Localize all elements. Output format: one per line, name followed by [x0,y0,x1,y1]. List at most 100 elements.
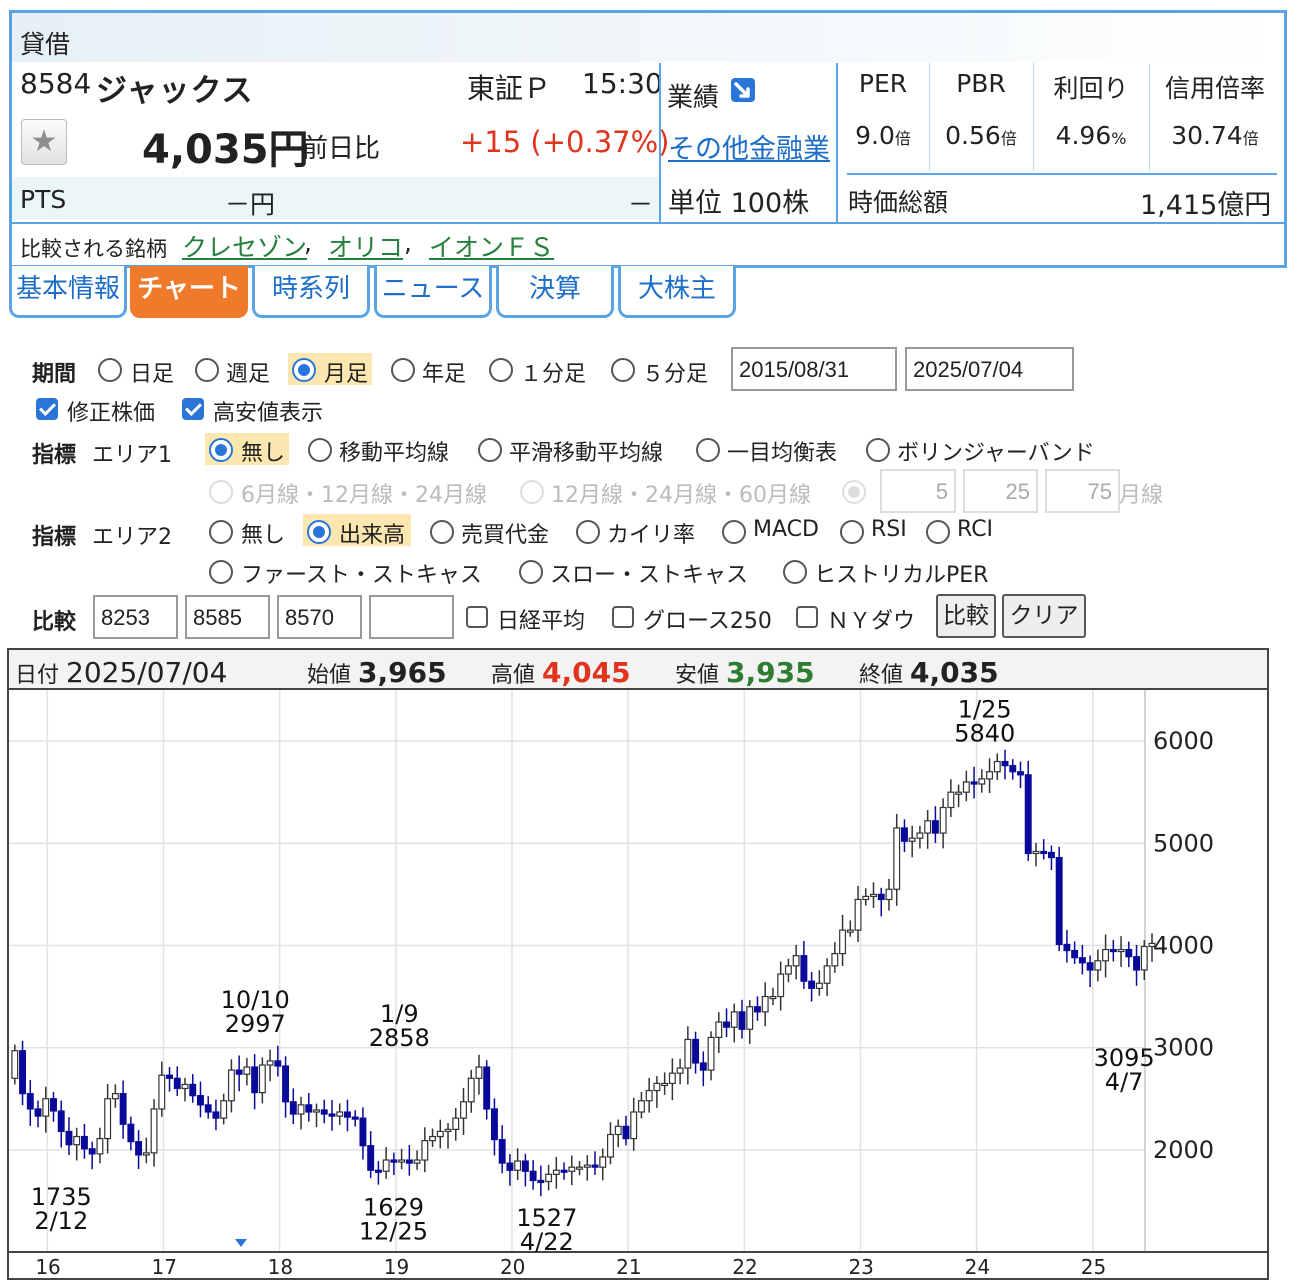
area2-radio-deviation[interactable] [576,520,600,544]
area2-radio-turnover[interactable] [430,520,454,544]
area2-radio-volume[interactable] [307,520,331,544]
ma-custom-suffix: 月線 [1119,483,1164,508]
period-from-input[interactable]: 2015/08/31 [731,347,897,391]
period-radio-monthly[interactable] [292,358,316,382]
ma-radio-long[interactable] [520,480,544,504]
period-radio-1min[interactable] [489,358,513,382]
area1-radio-ma[interactable] [308,438,332,462]
metric-label: 利回り [1053,74,1129,103]
candle-bull [668,1072,676,1085]
ma-radio-custom[interactable] [842,480,866,504]
tab-news[interactable]: ニュース [374,266,492,318]
area1-option-label: 平滑移動平均線 [509,441,664,466]
candle-bull [955,791,963,795]
tab-major-shareholders[interactable]: 大株主 [618,266,736,318]
period-radio-5min[interactable] [611,358,635,382]
candle-bear [622,1125,630,1140]
x-tick-label: 25 [1081,1255,1106,1278]
candle-bear [1086,962,1094,971]
area2-radio-slow-stoch[interactable] [519,560,543,584]
compare-label: 比較 [32,610,77,635]
tab-basic-info[interactable]: 基本情報 [9,266,127,318]
candle-bull [707,1036,715,1071]
candle-bear [877,893,885,901]
compare-button[interactable]: 比較 [936,594,996,638]
x-tick-label: 17 [151,1255,176,1278]
area2-option-label: ヒストリカルPER [814,563,989,588]
x-tick-label: 20 [500,1255,525,1278]
area1-radio-none[interactable] [209,438,233,462]
candle-bear [1063,943,1071,952]
ma-custom-input-3[interactable]: 75 [1045,469,1120,513]
candle-bear [80,1135,88,1150]
candle-bear [135,1141,143,1156]
pts-price: －円 [225,190,276,219]
high-low-checkbox[interactable] [182,398,204,420]
pts-change: － [628,190,654,219]
candle-bear [26,1093,34,1110]
area2-radio-rci[interactable] [926,520,950,544]
candle-bull [42,1098,50,1117]
area1-radio-ema[interactable] [478,438,502,462]
compare-code-input-3[interactable]: 8570 [277,595,362,639]
candle-bear [1009,765,1017,773]
clear-button[interactable]: クリア [1002,594,1086,638]
indicator-label: 指標 [32,443,77,468]
area2-radio-fast-stoch[interactable] [209,560,233,584]
candle-bull [885,888,893,901]
ma-radio-short[interactable] [209,480,233,504]
compare-code-input-2[interactable]: 8585 [185,595,270,639]
candle-bear [50,1098,57,1112]
tab-earnings[interactable]: 決算 [496,266,614,318]
candle-bull [11,1050,19,1079]
tab-chart[interactable]: チャート [130,266,248,318]
period-option-label: 年足 [422,362,467,387]
candle-bull [978,778,986,785]
ohlc-info-bar: 日付 2025/07/04 始値 3,965 高値 4,045 安値 3,935… [9,650,1267,690]
high-value: 高値 4,045 [491,656,631,689]
compare-code-input-1[interactable]: 8253 [93,595,178,639]
period-radio-yearly[interactable] [391,358,415,382]
extreme-date-label: 12/25 [359,1218,428,1246]
area2-radio-none[interactable] [209,520,233,544]
performance-label[interactable]: 業績 [667,77,719,114]
candle-bull [1140,945,1148,971]
tab-time-series[interactable]: 時系列 [252,266,370,318]
candle-bear [119,1093,127,1125]
ma-custom-input-2[interactable]: 25 [963,469,1038,513]
area2-radio-rsi[interactable] [840,520,864,544]
candle-bull [104,1098,112,1140]
candle-bear [88,1148,96,1155]
compare-code-input-4[interactable] [369,595,454,639]
growth250-checkbox[interactable] [612,606,634,628]
compare-stock-link[interactable]: クレセゾン [182,228,307,264]
area1-radio-bollinger[interactable] [866,438,890,462]
adjusted-price-checkbox[interactable] [36,398,58,420]
trend-down-arrow-icon[interactable] [728,75,758,105]
extreme-value-label: 5840 [954,719,1015,747]
area1-radio-ichimoku[interactable] [696,438,720,462]
nikkei-checkbox[interactable] [466,606,488,628]
candle-bull [552,1169,560,1175]
compare-stock-link[interactable]: イオンＦＳ [429,228,554,264]
sector-link[interactable]: その他金融業 [668,127,830,166]
area2-radio-macd[interactable] [722,520,746,544]
divider [1033,63,1034,171]
extreme-value-label: 2858 [369,1024,430,1052]
period-to-input[interactable]: 2025/07/04 [905,347,1074,391]
candle-bear [699,1062,707,1071]
period-label: 期間 [32,362,77,387]
period-radio-daily[interactable] [98,358,122,382]
ma-custom-input-1[interactable]: 5 [880,469,956,513]
metric-per: PER 9.0倍 [839,63,927,175]
candle-bull [916,832,924,839]
candle-bull [1148,942,1156,948]
area2-radio-hist-per[interactable] [783,560,807,584]
candle-bear [289,1101,297,1115]
candle-bull [413,1159,421,1164]
favorite-star-icon[interactable]: ★ [21,119,67,165]
metric-value: 30.74倍 [1171,121,1259,150]
period-radio-weekly[interactable] [195,358,219,382]
compare-stock-link[interactable]: オリコ [328,228,403,264]
nydow-checkbox[interactable] [796,606,818,628]
